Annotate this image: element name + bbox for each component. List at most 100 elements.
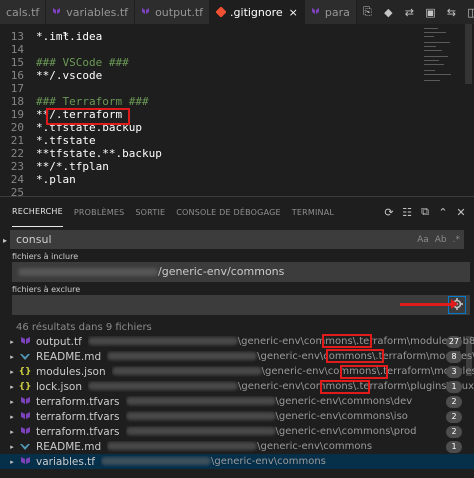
match-case-icon[interactable]: Aa <box>417 235 429 245</box>
split-editor-icon[interactable]: ◫ <box>462 0 474 24</box>
result-row[interactable]: ▸ terraform.tfvars \generic-env\commons\is… <box>0 409 474 424</box>
line-text: *.iml <box>36 30 70 43</box>
tab-problemes[interactable]: PROBLÈMES <box>74 197 125 227</box>
line-number: 24 <box>10 173 24 186</box>
result-file-path: \generic-env\commons\.terraform\plugins\… <box>88 381 474 392</box>
code-line: 13 *.iml <box>0 30 410 43</box>
results-summary: 46 résultats dans 9 fichiers <box>16 322 152 333</box>
tab-sortie[interactable]: SORTIE <box>135 197 165 227</box>
redacted-path <box>88 382 238 390</box>
chevron-right-icon[interactable]: ▸ <box>6 443 18 451</box>
result-file-path: \generic-env\commons\iso <box>125 411 474 422</box>
chevron-right-icon[interactable]: ▸ <box>6 338 18 346</box>
collapse-all-icon[interactable]: ⧉ <box>416 203 434 221</box>
search-field: Aa Ab .* <box>10 230 464 249</box>
whole-word-icon[interactable]: Ab <box>435 235 447 245</box>
annotation-arrow <box>400 299 458 309</box>
toggle-replace-icon[interactable]: ▸ <box>3 236 9 247</box>
terraform-icon <box>52 7 62 17</box>
swap-icon[interactable]: ⇄ <box>399 0 420 24</box>
maximize-panel-icon[interactable]: ⌃ <box>434 203 452 221</box>
compare-icon[interactable]: ⎘ <box>357 0 378 24</box>
search-input[interactable] <box>10 230 390 249</box>
result-row[interactable]: ▸ output.tf \generic-env\commons\.terrafor… <box>0 334 474 349</box>
close-panel-icon[interactable]: ✕ <box>452 203 470 221</box>
toggle-icon[interactable]: ⇆ <box>441 0 462 24</box>
tab-gitignore[interactable]: .gitignore × <box>210 0 305 24</box>
result-row[interactable]: ▸{} lock.json \generic-env\commons\.terraf… <box>0 379 474 394</box>
editor-scrollbar[interactable] <box>465 24 472 84</box>
redacted-path <box>125 412 276 420</box>
editor-actions: ⎘ ◆ ⇄ ▣ ⇆ ◫ <box>357 0 474 24</box>
include-label: fichiers à inclure <box>12 252 79 261</box>
json-icon: {} <box>18 381 32 392</box>
line-text: ### VSCode ### <box>36 56 129 69</box>
result-row[interactable]: ▸{} modules.json \generic-env\commons\.ter… <box>0 364 474 379</box>
code-line: 15 ### VSCode ### <box>0 56 410 69</box>
preview-icon[interactable]: ▣ <box>420 0 441 24</box>
annotation-box <box>46 108 130 125</box>
result-file-path: \generic-env\commons\dev <box>125 396 474 407</box>
chevron-right-icon[interactable]: ▸ <box>6 353 18 361</box>
line-text: *.plan <box>36 173 76 186</box>
match-count-badge: 2 <box>446 425 462 438</box>
tab-terminal[interactable]: TERMINAL <box>292 197 334 227</box>
result-file-path: \generic-env\commons <box>100 456 474 467</box>
annotation-box <box>322 334 372 348</box>
result-file-path: \generic-env\commons\.terraform\modules\… <box>107 351 474 362</box>
chevron-right-icon[interactable]: ▸ <box>6 413 18 421</box>
chevron-right-icon[interactable]: ▸ <box>6 428 18 436</box>
tab-para[interactable]: para <box>304 0 357 24</box>
match-count-badge: 2 <box>446 410 462 423</box>
git-icon <box>215 6 227 18</box>
clear-results-icon[interactable]: ☷ <box>398 203 416 221</box>
include-field[interactable]: /generic-env/commons <box>12 262 470 282</box>
result-row[interactable]: ▸ terraform.tfvars \generic-env\commons\de… <box>0 394 474 409</box>
exclude-input[interactable] <box>12 295 392 314</box>
terraform-icon <box>311 7 321 17</box>
line-number: 16 <box>10 69 24 82</box>
tab-output-tf[interactable]: output.tf <box>135 0 211 24</box>
result-file-name: README.md <box>36 440 102 453</box>
search-options: Aa Ab .* <box>417 230 460 249</box>
refresh-icon[interactable]: ⟳ <box>380 203 398 221</box>
result-row[interactable]: ▸ terraform.tfvars \generic-env\commons\pr… <box>0 424 474 439</box>
line-number: 13 <box>10 30 24 43</box>
redacted-path <box>111 367 262 375</box>
line-text: **/.vscode <box>36 69 103 82</box>
chevron-right-icon[interactable]: ▸ <box>6 383 18 391</box>
code-line: 22 **tfstate.**.backup <box>0 147 410 160</box>
code-line: 24 *.plan <box>0 173 410 186</box>
result-file-name: terraform.tfvars <box>36 410 120 423</box>
close-icon[interactable]: × <box>289 6 298 19</box>
results-scrollbar[interactable] <box>466 336 472 376</box>
terraform-icon <box>18 411 32 423</box>
result-file-name: README.md <box>36 350 102 363</box>
chevron-right-icon[interactable]: ▸ <box>6 458 18 466</box>
line-text: **/*.tfplan <box>36 160 109 173</box>
annotation-box <box>326 349 384 363</box>
result-file-path: \generic-env\commons\.terraform\modules\… <box>87 336 474 347</box>
regex-icon[interactable]: .* <box>453 235 460 245</box>
open-changes-icon[interactable]: ◆ <box>378 0 399 24</box>
result-row[interactable]: ▸ variables.tf \generic-env\commons <box>0 454 474 469</box>
match-count-badge: 27 <box>446 335 462 348</box>
redacted-path <box>125 427 276 435</box>
code-line: 18 ### Terraform ### <box>0 95 410 108</box>
chevron-right-icon[interactable]: ▸ <box>6 368 18 376</box>
chevron-right-icon[interactable]: ▸ <box>6 398 18 406</box>
line-number: 14 <box>10 43 24 56</box>
match-count-badge: 3 <box>446 365 462 378</box>
code-line: 17 <box>0 82 410 95</box>
exclude-label: fichiers à exclure <box>12 285 81 294</box>
tab-console-debogage[interactable]: CONSOLE DE DÉBOGAGE <box>176 197 281 227</box>
code-line: 23 **/*.tfplan <box>0 160 410 173</box>
minimap[interactable] <box>424 24 464 196</box>
result-row[interactable]: ▸ README.md \generic-env\commons 1 <box>0 439 474 454</box>
tab-cals-tf[interactable]: cals.tf <box>0 0 47 24</box>
terraform-icon <box>18 396 32 408</box>
tab-recherche[interactable]: RECHERCHE <box>12 197 63 227</box>
line-number: 23 <box>10 160 24 173</box>
tab-variables-tf[interactable]: variables.tf <box>46 0 136 24</box>
result-row[interactable]: ▸ README.md \generic-env\commons\.terrafor… <box>0 349 474 364</box>
